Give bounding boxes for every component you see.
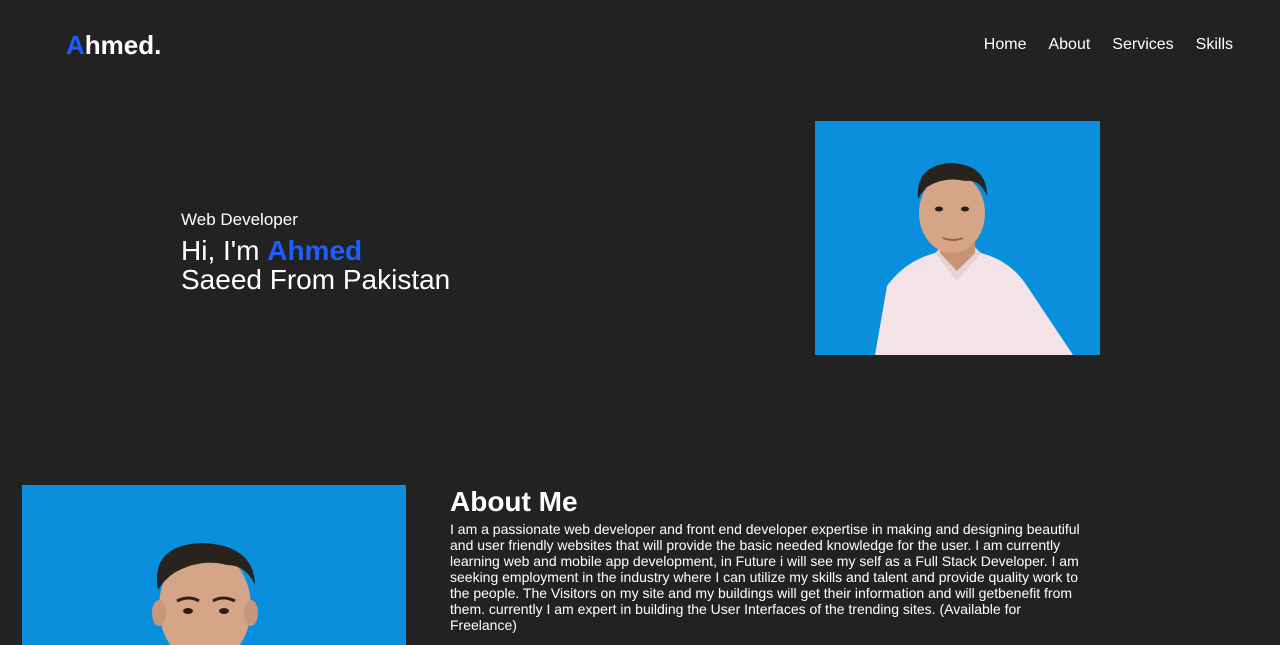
about-profile-photo xyxy=(22,485,406,645)
page: Ahmed. Home About Services Skills Web De… xyxy=(0,0,1280,645)
site-logo[interactable]: Ahmed. xyxy=(66,28,161,62)
nav-services-link[interactable]: Services xyxy=(1112,35,1173,55)
main-nav: Home About Services Skills xyxy=(962,35,1233,55)
hero-greeting: Hi, I'm xyxy=(181,235,260,266)
hero-profile-photo xyxy=(815,121,1100,355)
hero-line2: Saeed From Pakistan xyxy=(181,264,451,295)
hero-heading: Hi, I'm Ahmed Saeed From Pakistan xyxy=(181,236,450,294)
logo-initial: A xyxy=(66,30,85,60)
nav-about-link[interactable]: About xyxy=(1048,35,1090,55)
about-title: About Me xyxy=(450,486,578,517)
nav-skills-link[interactable]: Skills xyxy=(1196,35,1233,55)
hero-subtitle: Web Developer xyxy=(181,210,298,229)
nav-home-link[interactable]: Home xyxy=(984,35,1027,55)
hero-text: Web Developer Hi, I'm Ahmed Saeed From P… xyxy=(181,210,450,294)
logo-rest: hmed. xyxy=(84,30,162,60)
person-portrait-icon xyxy=(22,485,406,645)
about-section: About Me I am a passionate web developer… xyxy=(450,486,1090,633)
person-portrait-icon xyxy=(815,121,1100,355)
hero-name: Ahmed xyxy=(267,235,363,266)
about-description: I am a passionate web developer and fron… xyxy=(450,521,1080,633)
